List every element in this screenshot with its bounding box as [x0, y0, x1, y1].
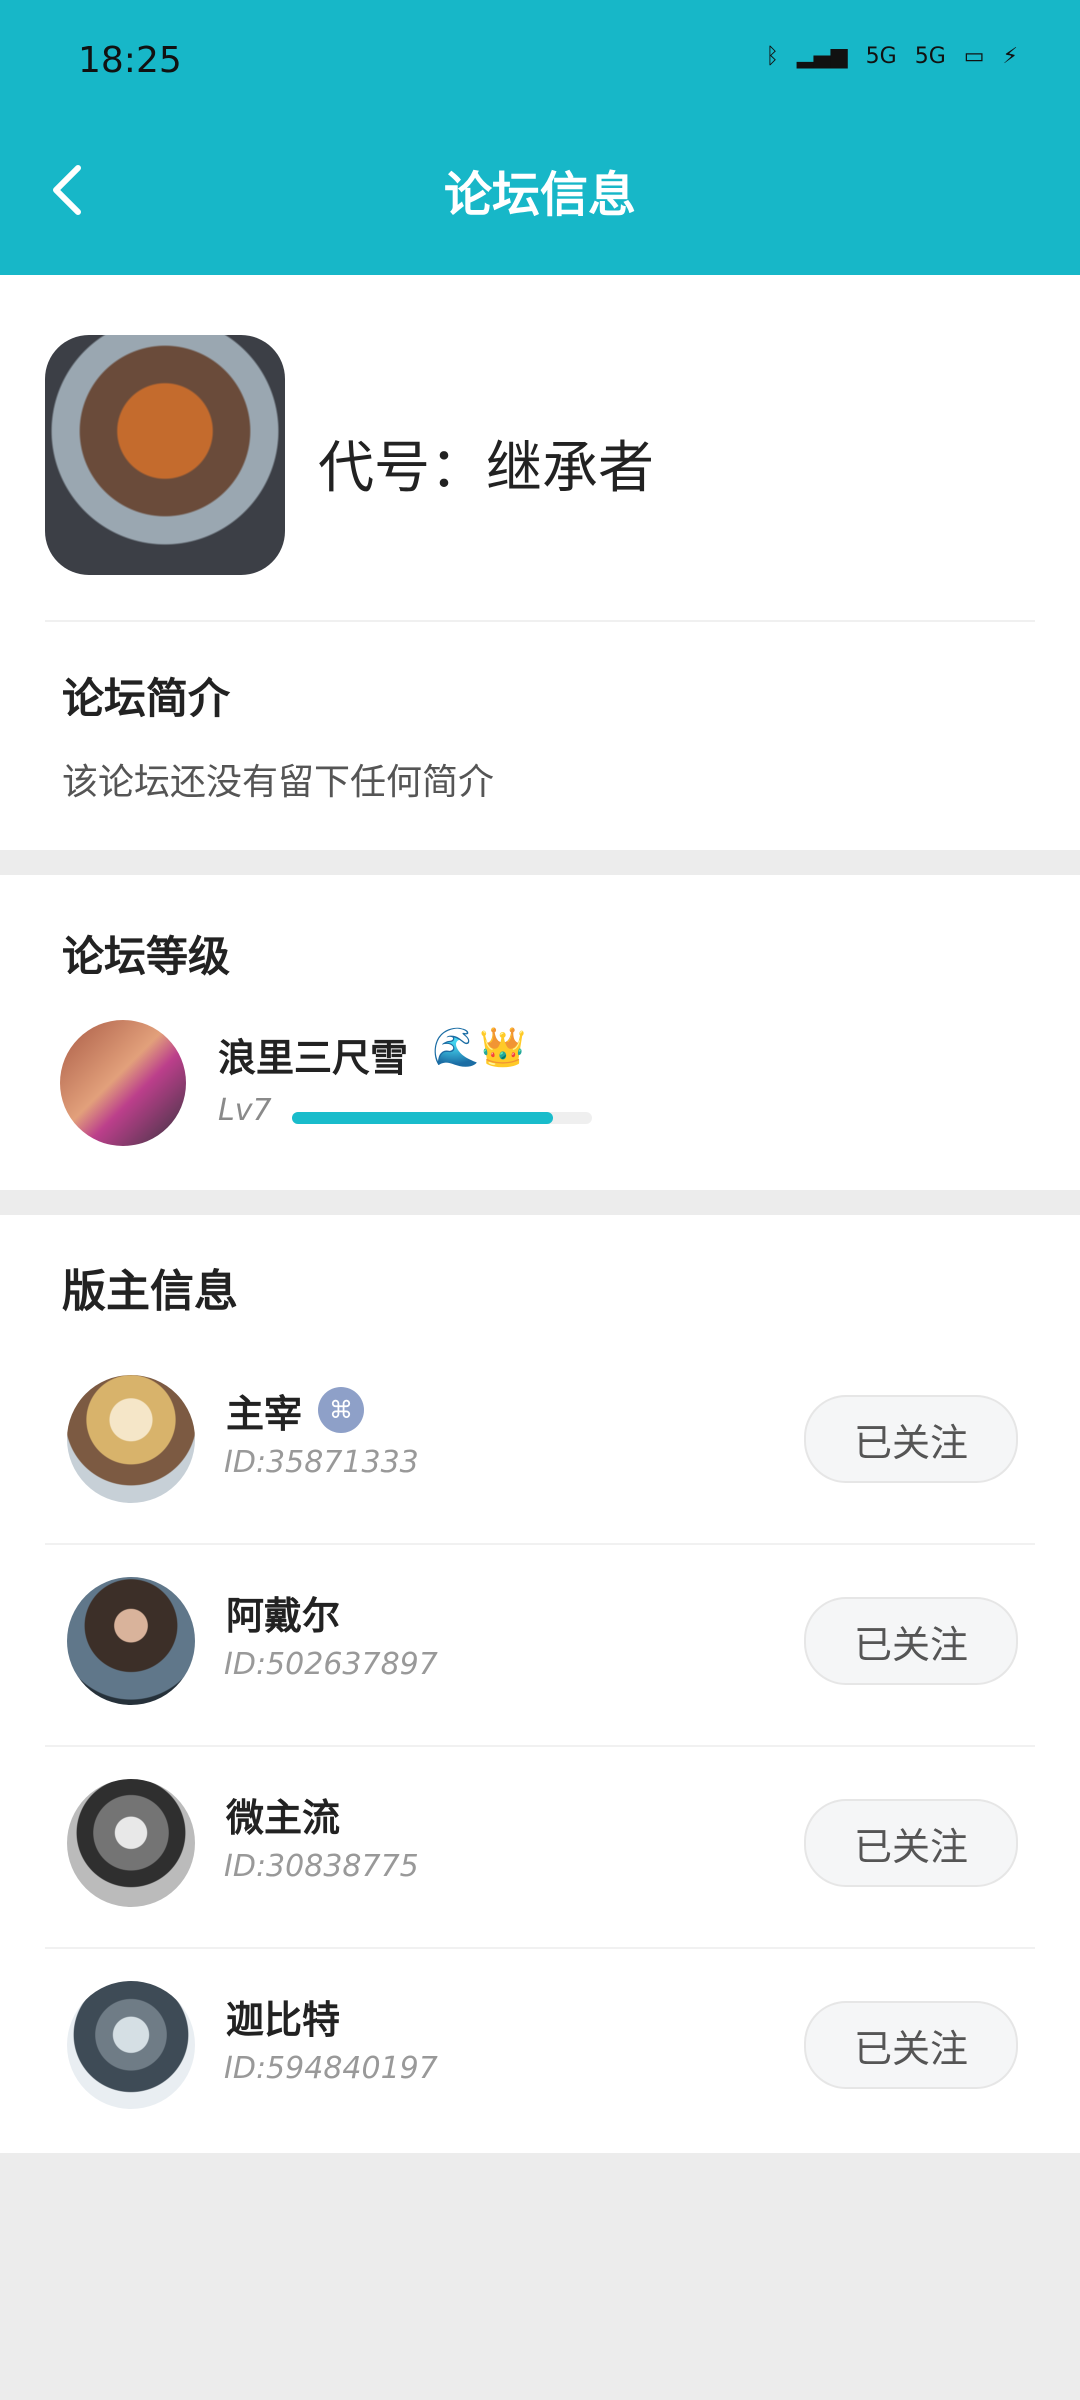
moderator-avatar[interactable] [67, 1577, 195, 1705]
moderator-name: 微主流 [226, 1796, 341, 1840]
network-5g-icon: 5G [914, 44, 946, 69]
moderator-name: 阿戴尔 [226, 1594, 341, 1638]
row-divider [45, 1947, 1035, 1949]
moderator-name: 主宰 [226, 1392, 303, 1436]
status-time: 18:25 [78, 40, 182, 81]
moderator-id: ID:594840197 [224, 2051, 438, 2086]
section-divider [45, 620, 1035, 622]
followed-button[interactable]: 已关注 [804, 1395, 1018, 1483]
level-label: Lv7 [218, 1093, 272, 1128]
followed-button[interactable]: 已关注 [804, 2001, 1018, 2089]
moderator-row[interactable]: 微主流 ID:30838775 已关注 [0, 1749, 1080, 1949]
moderator-id: ID:30838775 [224, 1849, 419, 1884]
row-divider [45, 1745, 1035, 1747]
moderator-row[interactable]: 阿戴尔 ID:502637897 已关注 [0, 1547, 1080, 1747]
level-avatar[interactable] [60, 1020, 186, 1146]
moderator-avatar[interactable] [67, 1981, 195, 2109]
forum-avatar [45, 335, 285, 575]
level-progress-track [292, 1112, 592, 1124]
moderator-avatar[interactable] [67, 1779, 195, 1907]
signal-icon: ▂▄▆ [796, 44, 848, 69]
followed-button[interactable]: 已关注 [804, 1597, 1018, 1685]
moderator-id: ID:502637897 [224, 1647, 438, 1682]
followed-button[interactable]: 已关注 [804, 1799, 1018, 1887]
forum-info-card: 代号：继承者 论坛简介 该论坛还没有留下任何简介 [0, 275, 1080, 850]
forum-intro-text: 该论坛还没有留下任何简介 [62, 762, 495, 803]
moderator-row[interactable]: 主宰 ⌘ ID:35871333 已关注 [0, 1345, 1080, 1545]
forum-level-card: 论坛等级 浪里三尺雪 🌊👑 Lv7 [0, 875, 1080, 1190]
bluetooth-icon: ᛒ [765, 44, 779, 69]
page-title: 论坛信息 [443, 167, 636, 223]
moderators-card: 版主信息 主宰 ⌘ ID:35871333 已关注 阿戴尔 ID:5026378… [0, 1215, 1080, 2153]
level-user-name: 浪里三尺雪 [218, 1036, 409, 1080]
level-progress-fill [292, 1112, 553, 1124]
battery-icon: ▭ [963, 44, 985, 69]
moderator-name: 迦比特 [226, 1998, 341, 2042]
moderator-avatar[interactable] [67, 1375, 195, 1503]
row-divider [45, 1543, 1035, 1545]
moderator-row[interactable]: 迦比特 ID:594840197 已关注 [0, 1951, 1080, 2151]
forum-name: 代号：继承者 [318, 436, 654, 501]
forum-level-title: 论坛等级 [62, 932, 231, 981]
moderators-title: 版主信息 [62, 1266, 238, 1317]
moderator-id: ID:35871333 [224, 1445, 419, 1480]
forum-intro-title: 论坛简介 [62, 674, 231, 723]
top-header: 18:25 ᛒ ▂▄▆ 5G 5G ▭ ⚡ 论坛信息 [0, 0, 1080, 275]
level-emoji-icons: 🌊👑 [432, 1025, 527, 1069]
network-5g-icon: 5G [865, 44, 897, 69]
controller-icon: ⌘ [318, 1387, 364, 1433]
status-icons: ᛒ ▂▄▆ 5G 5G ▭ ⚡ [766, 44, 1018, 69]
charging-icon: ⚡ [1002, 44, 1018, 69]
